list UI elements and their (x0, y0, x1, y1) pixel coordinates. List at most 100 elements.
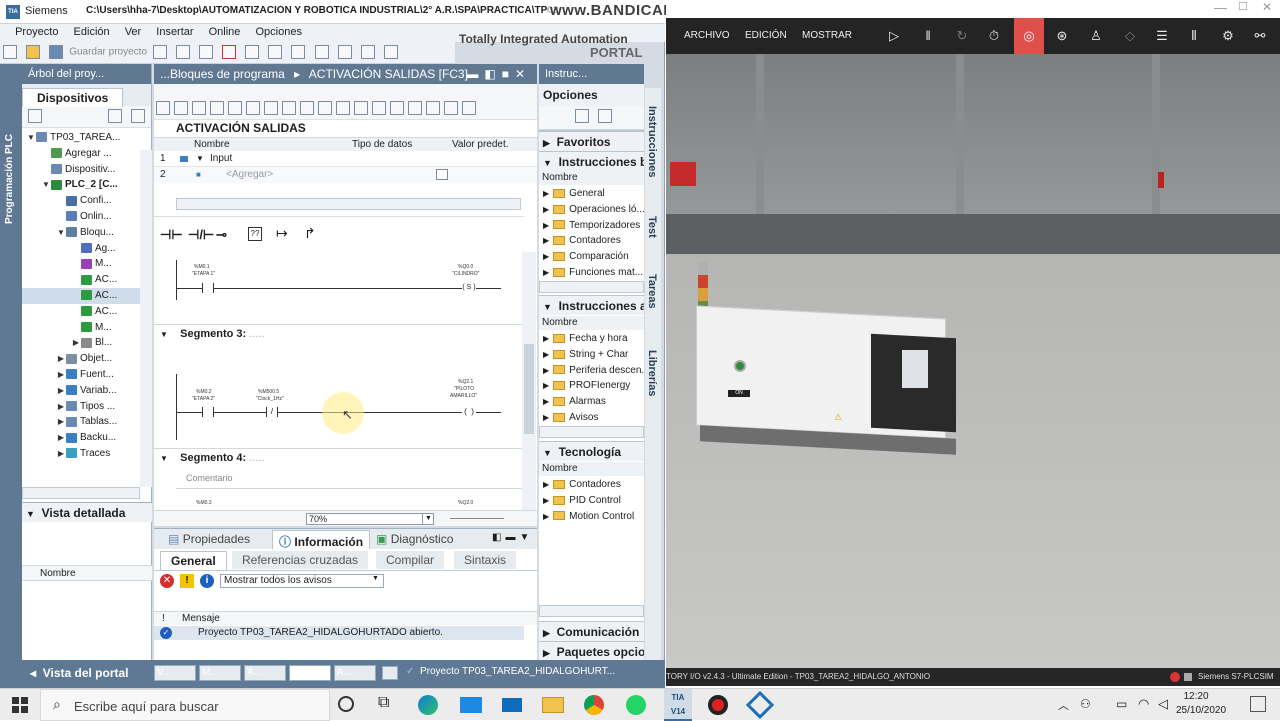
instruction-folder[interactable]: ▶ Temporizadores (539, 218, 644, 234)
view-icon[interactable] (318, 101, 332, 115)
expand-right-icon[interactable]: ▶ (543, 480, 549, 489)
undo-icon[interactable] (245, 45, 260, 59)
list-icon[interactable]: ☰ (1154, 28, 1170, 44)
instruction-folder[interactable]: ▶ String + Char (539, 347, 644, 363)
subtab-referencias[interactable]: Referencias cruzadas (232, 551, 369, 569)
sensors-icon[interactable]: ⫴ (1186, 28, 1202, 44)
favorites-icon[interactable] (246, 101, 260, 115)
expand-right-icon[interactable]: ▶ (543, 512, 549, 521)
select-icon[interactable]: ◇ (1122, 28, 1138, 44)
first-person-icon[interactable]: ♙ (1088, 28, 1104, 44)
zoom-dropdown-icon[interactable]: ▼ (422, 513, 434, 525)
info-filter-icon[interactable]: i (200, 574, 214, 588)
task-view-icon[interactable]: ⧉ (378, 694, 389, 712)
tree-item[interactable]: AC... (22, 287, 151, 304)
whatsapp-icon[interactable] (626, 695, 646, 715)
menu-insertar[interactable]: Insertar (150, 24, 199, 40)
tree-item[interactable]: ▶ Tablas... (22, 414, 151, 430)
instruction-folder[interactable]: ▶ Contadores (539, 477, 644, 493)
block-properties-icon[interactable] (462, 101, 476, 115)
delete-network-icon[interactable] (174, 101, 188, 115)
notifications-icon[interactable] (1250, 696, 1266, 712)
expand-right-icon[interactable]: ▶ (543, 268, 549, 277)
jump-icon[interactable] (372, 101, 386, 115)
play-icon[interactable]: ▷ (886, 28, 902, 44)
expand-right-icon[interactable]: ▶ (543, 205, 549, 214)
redo-icon[interactable] (268, 45, 283, 59)
filter-dropdown-icon[interactable]: ▼ (372, 575, 379, 582)
instruction-folder[interactable]: ▶ Avisos (539, 410, 644, 426)
chrome-icon[interactable] (584, 695, 604, 715)
tray-chevron-icon[interactable]: ︿ (1058, 697, 1069, 713)
expand-down-icon[interactable]: ▼ (41, 177, 51, 193)
compare-icon[interactable] (408, 101, 422, 115)
pause-icon[interactable]: ‖ (920, 28, 936, 44)
tree-item[interactable]: AC... (22, 304, 151, 320)
expand-right-icon[interactable]: ▶ (543, 496, 549, 505)
timer-icon[interactable]: ⏱ (986, 28, 1002, 44)
interface-hscroll[interactable] (176, 198, 521, 210)
contact-clock[interactable]: / (266, 407, 278, 417)
inspector-window-controls[interactable]: ◧▬▼ (492, 532, 533, 543)
tab-diagnostico[interactable]: ▣ Diagnóstico (376, 532, 453, 546)
wifi-icon[interactable]: ◠ (1138, 696, 1149, 712)
upload-icon[interactable] (337, 45, 352, 59)
expand-right-icon[interactable]: ▶ (56, 351, 66, 367)
instruction-folder[interactable]: ▶ Operaciones ló... (539, 202, 644, 218)
volume-icon[interactable]: ◁ (1158, 696, 1168, 712)
message-row[interactable]: ✓ Proyecto TP03_TAREA2_HIDALGOHURTADO ab… (154, 626, 524, 640)
instr-view-icon[interactable] (575, 109, 589, 123)
collapse-all-icon[interactable] (282, 101, 296, 115)
tree-item[interactable]: ▼ PLC_2 [C... (22, 177, 151, 193)
vtab-test[interactable]: Test (646, 216, 658, 238)
expand-right-icon[interactable]: ▶ (543, 381, 549, 390)
tree-hscroll[interactable] (22, 487, 140, 499)
advanced-instructions-section[interactable]: ▼ Instrucciones avanzadas (539, 295, 644, 315)
windows-start-icon[interactable] (12, 697, 28, 713)
close-branch-icon[interactable]: ↱ (304, 225, 316, 242)
tree-vscroll[interactable] (140, 150, 152, 487)
tree-item[interactable]: ▶ Tipos ... (22, 399, 151, 415)
tools-icon[interactable]: ⚙ (1220, 28, 1236, 44)
instruction-folder[interactable]: ▶ Motion Control (539, 509, 644, 525)
window-controls[interactable]: ▬◧■✕ (466, 64, 531, 84)
favorites-section[interactable]: ▶ Favoritos (539, 131, 644, 151)
go-offline-icon[interactable] (383, 45, 398, 59)
maximize-button[interactable]: ☐ (1238, 0, 1248, 13)
subtab-general[interactable]: General (160, 551, 227, 570)
zoom-select[interactable]: 70% (306, 513, 434, 525)
branch-icon[interactable] (390, 101, 404, 115)
network4-comment[interactable]: Comentario (186, 473, 233, 483)
download-icon[interactable] (314, 45, 329, 59)
drivers-icon[interactable]: ⚯ (1252, 28, 1268, 44)
editor-tab-a3[interactable]: A... (334, 665, 376, 681)
tree-item[interactable]: ▶ Backu... (22, 430, 151, 446)
expand-right-icon[interactable]: ▶ (56, 399, 66, 415)
new-project-icon[interactable] (3, 45, 17, 59)
mail-icon[interactable] (502, 698, 522, 712)
status-icon[interactable] (382, 666, 398, 680)
no-contact-icon[interactable]: ⊣⊢ (160, 227, 183, 243)
tree-item[interactable]: AC... (22, 272, 151, 288)
instruction-folder[interactable]: ▶ Funciones mat... (539, 265, 644, 281)
portal-view-button[interactable]: ◂ Vista del portal (30, 666, 129, 680)
box-icon[interactable]: ?? (248, 227, 262, 241)
absolute-address-icon[interactable] (228, 101, 242, 115)
factory-io-taskbar-icon[interactable] (745, 690, 775, 720)
instruction-folder[interactable]: ▶ Alarmas (539, 394, 644, 410)
subtab-sintaxis[interactable]: Sintaxis (454, 551, 517, 569)
instruction-folder[interactable]: ▶ Periferia descen... (539, 363, 644, 379)
tree-item[interactable]: ▼ TP03_TAREA... (22, 130, 151, 146)
communication-section[interactable]: ▶ Comunicación (539, 621, 644, 641)
zoom-slider[interactable] (450, 518, 504, 519)
insert-row-icon[interactable] (192, 101, 206, 115)
tree-item[interactable]: M... (22, 320, 151, 336)
fio-menu-edicion[interactable]: EDICIÓN (745, 30, 787, 41)
expand-all-icon[interactable] (264, 101, 278, 115)
optional-packages-section[interactable]: ▶ Paquetes opcionales (539, 641, 644, 661)
monitor-icon[interactable] (336, 101, 350, 115)
breadcrumb-blocks[interactable]: ...Bloques de programa (160, 67, 285, 81)
tree-item[interactable]: Agregar ... (22, 146, 151, 162)
open-project-icon[interactable] (26, 45, 41, 59)
tree-item[interactable]: ▶ Objet... (22, 351, 151, 367)
